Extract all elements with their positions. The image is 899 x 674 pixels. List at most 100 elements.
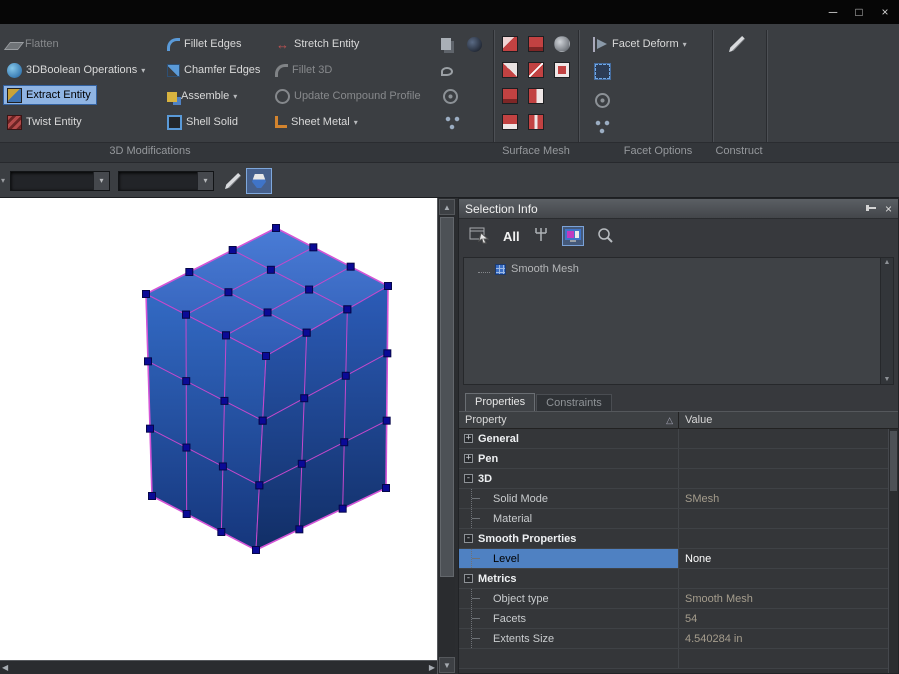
tab-constraints[interactable]: Constraints <box>536 394 612 411</box>
selection-list[interactable]: Smooth Mesh ▲ ▼ <box>463 257 894 385</box>
scroll-down-button[interactable]: ▼ <box>439 657 455 673</box>
vertex-handle[interactable] <box>384 350 391 357</box>
vertex-handle[interactable] <box>301 395 308 402</box>
maximize-button[interactable]: □ <box>851 4 867 20</box>
ribbon-item-update-compound-profile[interactable]: Update Compound Profile <box>272 86 426 106</box>
smooth-mesh-object[interactable] <box>0 198 437 660</box>
vertex-handle[interactable] <box>223 332 230 339</box>
vertex-handle[interactable] <box>186 269 193 276</box>
ribbon-tool-copy[interactable] <box>438 34 460 54</box>
surface-mesh-tool-icon[interactable] <box>502 114 518 130</box>
expand-icon[interactable]: + <box>464 434 473 443</box>
ribbon-tool-lattice[interactable] <box>442 112 469 132</box>
ribbon-tool-gear[interactable] <box>440 86 467 106</box>
surface-mesh-tool-icon[interactable] <box>502 36 518 52</box>
vertex-handle[interactable] <box>183 511 190 518</box>
pen-tool-button[interactable] <box>222 171 244 191</box>
list-item-smooth-mesh[interactable]: Smooth Mesh <box>464 258 893 275</box>
surface-mesh-tool-icon[interactable] <box>528 88 544 104</box>
vertex-handle[interactable] <box>253 547 260 554</box>
vertex-handle[interactable] <box>341 439 348 446</box>
vertex-handle[interactable] <box>145 358 152 365</box>
vertex-handle[interactable] <box>229 247 236 254</box>
table-row-pen[interactable]: +Pen <box>459 449 898 469</box>
vertex-handle[interactable] <box>183 311 190 318</box>
selector-info-icon[interactable] <box>469 226 491 247</box>
surface-mesh-tool-icon[interactable] <box>528 62 544 78</box>
scroll-up-button[interactable]: ▲ <box>884 259 891 266</box>
pin-icon[interactable] <box>865 202 877 216</box>
vertex-handle[interactable] <box>147 425 154 432</box>
vertex-handle[interactable] <box>344 306 351 313</box>
fork-filter-icon[interactable] <box>532 226 550 247</box>
vertex-handle[interactable] <box>264 309 271 316</box>
ribbon-item-stretch-entity[interactable]: Stretch Entity <box>272 34 364 54</box>
surface-mesh-tool-icon[interactable] <box>502 88 518 104</box>
ribbon-item-chamfer-edges[interactable]: Chamfer Edges <box>164 60 265 80</box>
table-row-general[interactable]: +General <box>459 429 898 449</box>
table-row-material[interactable]: Material <box>459 509 898 529</box>
ribbon-tool-sphere[interactable] <box>464 34 491 54</box>
vertex-handle[interactable] <box>183 378 190 385</box>
table-row-level-selected[interactable]: Level None <box>459 549 898 569</box>
canvas-vertical-scrollbar[interactable]: ▲ ▼ <box>437 198 455 674</box>
surface-mesh-tool-icon[interactable] <box>502 62 518 78</box>
toolbar-overflow-arrow-icon[interactable]: ▾ <box>1 176 5 185</box>
scroll-down-button[interactable]: ▼ <box>884 376 891 383</box>
table-row-object-type[interactable]: Object type Smooth Mesh <box>459 589 898 609</box>
surface-mesh-tool-icon[interactable] <box>554 36 570 52</box>
vertex-handle[interactable] <box>259 417 266 424</box>
vertex-handle[interactable] <box>298 460 305 467</box>
pen-style-combobox[interactable]: ▾ <box>10 171 110 191</box>
ribbon-item-assemble[interactable]: Assemble ▾ <box>164 86 242 106</box>
table-row-smooth-properties[interactable]: -Smooth Properties <box>459 529 898 549</box>
canvas-horizontal-scrollbar[interactable]: ◀ ▶ <box>0 660 437 674</box>
ribbon-item-flatten[interactable]: Flatten <box>4 34 64 54</box>
property-column-header[interactable]: Property △ <box>459 412 679 428</box>
table-row-3d[interactable]: -3D <box>459 469 898 489</box>
vertex-handle[interactable] <box>218 529 225 536</box>
pen-width-combobox[interactable]: ▾ <box>118 171 214 191</box>
brush-tool-button-active[interactable] <box>246 168 272 194</box>
vertex-handle[interactable] <box>183 444 190 451</box>
surface-mesh-tool-icon[interactable] <box>528 36 544 52</box>
all-filter-button[interactable]: All <box>503 229 520 244</box>
surface-mesh-tool-icon[interactable] <box>554 62 570 78</box>
list-scrollbar[interactable]: ▲ ▼ <box>880 258 893 384</box>
vertex-handle[interactable] <box>339 505 346 512</box>
panel-close-icon[interactable]: × <box>885 203 892 215</box>
vertex-handle[interactable] <box>149 493 156 500</box>
ribbon-item-extract-entity[interactable]: Extract Entity <box>3 85 97 105</box>
tab-properties[interactable]: Properties <box>465 393 535 411</box>
vertex-handle[interactable] <box>267 266 274 273</box>
vertex-handle[interactable] <box>219 463 226 470</box>
ribbon-item-fillet-edges[interactable]: Fillet Edges <box>164 34 246 54</box>
value-column-header[interactable]: Value <box>679 412 898 428</box>
vertex-handle[interactable] <box>296 526 303 533</box>
table-scrollbar[interactable] <box>888 429 898 673</box>
ribbon-item-twist-entity[interactable]: Twist Entity <box>4 112 87 132</box>
ribbon-item-facet-deform[interactable]: Facet Deform ▾ <box>590 34 692 54</box>
ribbon-tool-facet-lattice[interactable] <box>592 116 619 136</box>
table-row-solid-mode[interactable]: Solid Mode SMesh <box>459 489 898 509</box>
scrollbar-thumb[interactable] <box>440 217 454 577</box>
close-button[interactable]: × <box>877 4 893 20</box>
scroll-left-button[interactable]: ◀ <box>2 663 8 672</box>
ribbon-tool-construct-pen[interactable] <box>726 34 754 54</box>
vertex-handle[interactable] <box>385 283 392 290</box>
vertex-handle[interactable] <box>221 397 228 404</box>
expand-icon[interactable]: + <box>464 454 473 463</box>
ribbon-tool-facet-gear[interactable] <box>592 90 619 110</box>
ribbon-tool-lasso[interactable] <box>438 60 462 80</box>
collapse-icon[interactable]: - <box>464 574 473 583</box>
vertex-handle[interactable] <box>310 244 317 251</box>
ribbon-tool-facet-select[interactable] <box>592 61 619 81</box>
collapse-icon[interactable]: - <box>464 474 473 483</box>
vertex-handle[interactable] <box>256 482 263 489</box>
drawing-canvas[interactable] <box>0 198 437 660</box>
vertex-handle[interactable] <box>383 417 390 424</box>
ribbon-item-shell-solid[interactable]: Shell Solid <box>164 112 243 132</box>
zoom-to-selection-icon[interactable] <box>596 226 614 247</box>
ribbon-item-sheet-metal[interactable]: Sheet Metal ▾ <box>272 112 363 132</box>
collapse-icon[interactable]: - <box>464 534 473 543</box>
